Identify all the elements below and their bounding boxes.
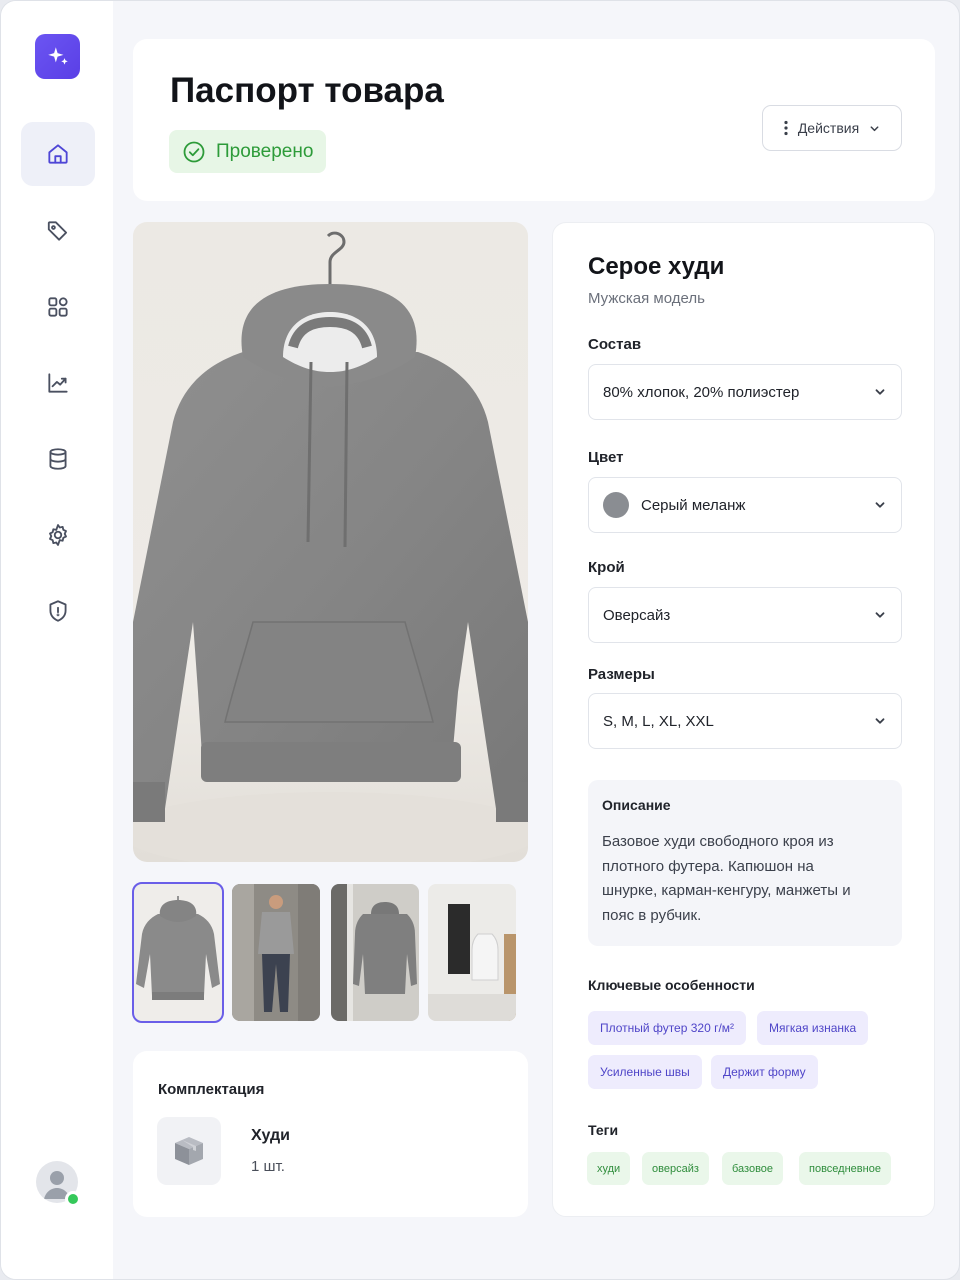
sidebar [1,1,113,1279]
gear-icon [49,524,67,546]
composition-select[interactable]: 80% хлопок, 20% полиэстер [588,364,902,420]
product-name: Серое худи [588,253,725,280]
sizes-select[interactable]: S, M, L, XL, XXL [588,693,902,749]
tag-chip[interactable]: оверсайз [642,1152,709,1185]
sizes-value: S, M, L, XL, XXL [603,712,714,730]
chevron-down-icon [875,612,885,618]
page-title: Паспорт товара [170,71,444,110]
wardrobe-photo-thumbnail [428,904,516,1021]
sidebar-item-security[interactable] [21,579,95,643]
box-icon [157,1117,221,1185]
grid-icon [48,297,68,317]
composition-value: 80% хлопок, 20% полиэстер [603,383,800,401]
online-status-dot [65,1191,81,1207]
shield-icon [49,600,67,622]
tag-chip[interactable]: повседневное [799,1152,891,1185]
model-photo-thumbnail [232,884,320,1021]
sidebar-item-database[interactable] [21,427,95,491]
color-label: Цвет [588,449,624,466]
sidebar-item-settings[interactable] [21,503,95,567]
tag-chip[interactable]: худи [587,1152,631,1185]
chevron-down-icon [875,502,885,508]
sizes-label: Размеры [588,666,655,683]
header-card: Паспорт товара Проверено Действия [133,39,935,201]
description-box: Описание Базовое худи свободного кроя из… [588,780,902,946]
sparkle-logo-icon[interactable] [35,34,80,79]
feature-chip: Плотный футер 320 г/м² [588,1011,747,1045]
product-details-card: Серое худи Мужская модель Состав 80% хло… [552,222,935,1217]
color-value: Серый меланж [641,496,746,514]
sidebar-item-tags[interactable] [21,199,95,263]
feature-chip: Мягкая изнанка [757,1011,869,1045]
feature-chip: Держит форму [711,1055,818,1089]
actions-button[interactable]: Действия [762,105,902,151]
composition-label: Состав [588,336,642,353]
thumbnail-4[interactable] [428,884,516,1021]
thumbnail-3[interactable] [331,884,419,1021]
chart-icon [48,373,68,393]
tag-icon [47,221,68,241]
home-icon [48,144,68,164]
kit-card: Комплектация Худи 1 шт. [133,1051,528,1217]
sidebar-item-home[interactable] [21,122,95,186]
cut-label: Крой [588,559,625,576]
kit-item-name: Худи [251,1127,290,1144]
tags-title: Теги [588,1122,619,1138]
color-select[interactable]: Серый меланж [588,477,902,533]
description-text: Базовое худи свободного кроя из плотного… [602,833,851,924]
product-subtitle: Мужская модель [588,290,705,307]
database-icon [49,448,67,470]
features-title: Ключевые особенности [588,977,755,993]
more-vertical-icon [784,120,788,136]
hoodie-thumbnail [136,896,220,1000]
check-circle-icon [183,141,205,162]
status-badge: Проверено [169,130,327,173]
feature-chip: Усиленные швы [588,1055,702,1089]
cut-value: Оверсайз [603,606,671,624]
chevron-down-icon [870,125,879,131]
thumbnail-1[interactable] [132,882,224,1023]
sidebar-item-catalog[interactable] [21,275,95,339]
description-title: Описание [602,797,671,813]
kit-item-qty: 1 шт. [251,1158,285,1175]
cut-select[interactable]: Оверсайз [588,587,902,643]
thumbnail-2[interactable] [232,884,320,1021]
hoodie-photo [133,231,528,862]
interior-photo-thumbnail [331,884,417,1021]
chevron-down-icon [875,718,885,724]
app-window: Паспорт товара Проверено Действия Компле… [0,0,960,1280]
kit-title: Комплектация [158,1081,265,1098]
product-main-image[interactable] [133,222,528,862]
status-badge-label: Проверено [216,140,314,162]
color-swatch [603,492,629,518]
chevron-down-icon [875,389,885,395]
actions-label: Действия [797,120,860,136]
tag-chip[interactable]: базовое [722,1152,784,1185]
sidebar-item-analytics[interactable] [21,351,95,415]
